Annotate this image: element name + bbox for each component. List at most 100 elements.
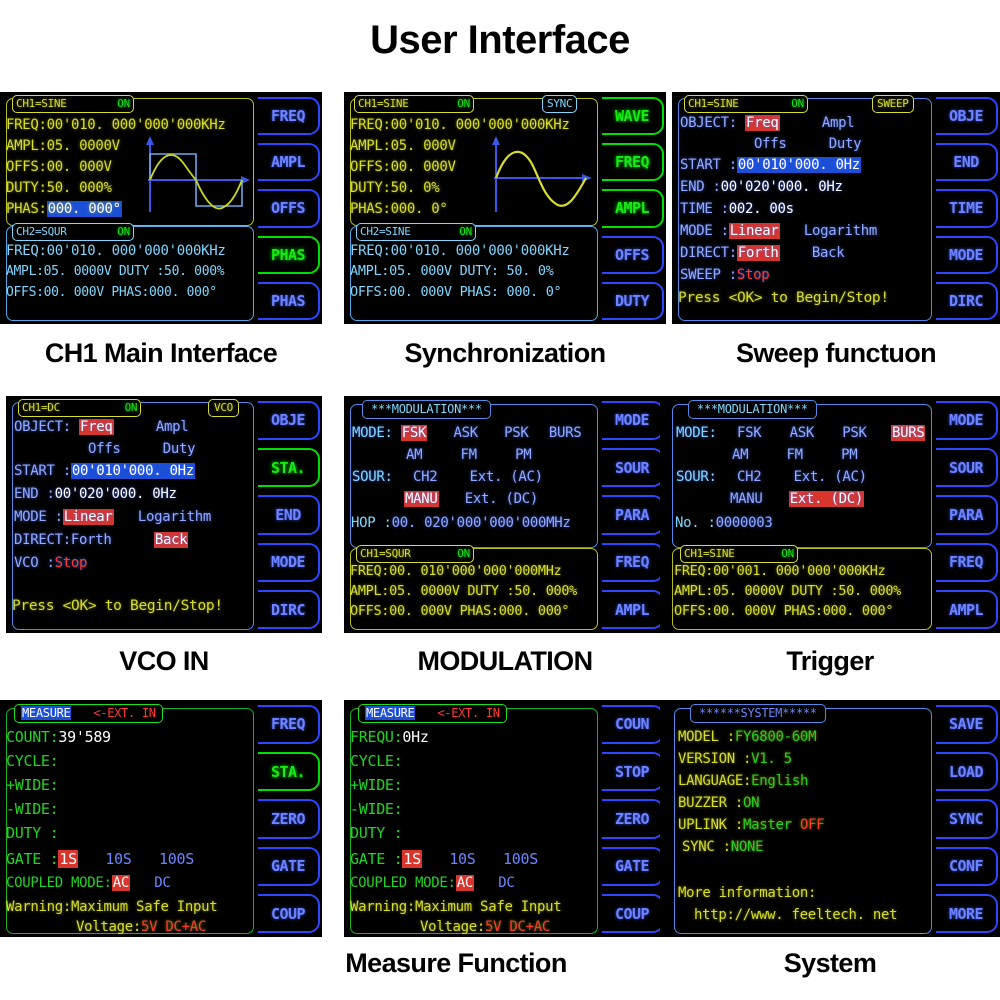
trigger-sour-ext-ac[interactable]: Ext. (AC) bbox=[794, 469, 867, 485]
vco-object-freq[interactable]: Freq bbox=[79, 419, 114, 435]
modulation-mode-fm[interactable]: FM bbox=[461, 447, 478, 463]
ch2-state[interactable]: ON bbox=[117, 225, 130, 238]
trigger-mode-fm[interactable]: FM bbox=[787, 447, 804, 463]
ch1-freq[interactable]: FREQ:00'010. 000'000'000KHz bbox=[350, 118, 570, 132]
vco-state-value[interactable]: Stop bbox=[55, 555, 88, 571]
sidebar-button-obje[interactable]: OBJE bbox=[936, 96, 998, 135]
measure-gate-10s[interactable]: 10S bbox=[105, 850, 132, 868]
sidebar-button-duty[interactable]: DUTY bbox=[602, 281, 664, 321]
modulation-ch1-freq[interactable]: FREQ:00. 010'000'000'000MHz bbox=[350, 564, 562, 579]
sidebar-button-mode[interactable]: MODE bbox=[936, 235, 998, 274]
sidebar-button-coup[interactable]: COUP bbox=[258, 894, 320, 934]
trigger-ch1-freq[interactable]: FREQ:00'001. 000'000'000KHz bbox=[674, 564, 886, 579]
sidebar-button-phas-active[interactable]: PHAS bbox=[258, 235, 320, 274]
ch1-offs[interactable]: OFFS:00. 000V bbox=[6, 160, 112, 174]
vco-end-value[interactable]: 00'020'000. 0Hz bbox=[55, 486, 177, 502]
trigger-sour-ext-dc[interactable]: Ext. (DC) bbox=[788, 491, 864, 507]
sidebar-button-freq[interactable]: FREQ bbox=[936, 542, 998, 582]
measure2-coupled-dc[interactable]: DC bbox=[498, 875, 515, 891]
measure-gate-100s[interactable]: 100S bbox=[159, 850, 194, 868]
modulation-sour-ext-ac[interactable]: Ext. (AC) bbox=[470, 469, 543, 485]
measure-row-count[interactable]: COUNT:39'589 bbox=[6, 730, 111, 745]
modulation-hop-value[interactable]: 00. 020'000'000'000MHz bbox=[392, 515, 571, 531]
sidebar-button-ampl[interactable]: AMPL bbox=[258, 143, 320, 182]
sidebar-button-time[interactable]: TIME bbox=[936, 189, 998, 228]
trigger-mode-ask[interactable]: ASK bbox=[790, 425, 815, 441]
measure-gate-1s[interactable]: 1S bbox=[58, 850, 78, 868]
sidebar-button-mode[interactable]: MODE bbox=[258, 542, 320, 582]
ch1-state[interactable]: ON bbox=[117, 97, 130, 110]
sweep-object-duty[interactable]: Duty bbox=[829, 136, 862, 152]
sweep-direct-forth[interactable]: Forth bbox=[736, 245, 780, 261]
modulation-mode-psk[interactable]: PSK bbox=[504, 425, 529, 441]
modulation-mode-am[interactable]: AM bbox=[406, 447, 423, 463]
sidebar-button-stop[interactable]: STOP bbox=[602, 752, 664, 792]
modulation-mode-burs[interactable]: BURS bbox=[549, 425, 582, 441]
ch1-freq[interactable]: FREQ:00'010. 000'000'000KHz bbox=[6, 118, 226, 132]
ch1-state[interactable]: ON bbox=[457, 97, 470, 110]
vco-start-value[interactable]: 00'010'000. 0Hz bbox=[70, 463, 195, 479]
sidebar-button-conf[interactable]: CONF bbox=[936, 846, 998, 886]
modulation-sour-ch2[interactable]: CH2 bbox=[413, 469, 438, 485]
vco-object-ampl[interactable]: Ampl bbox=[156, 419, 189, 435]
measure2-gate-100s[interactable]: 100S bbox=[503, 850, 538, 868]
sidebar-button-freq[interactable]: FREQ bbox=[258, 704, 320, 744]
sidebar-button-zero[interactable]: ZERO bbox=[258, 799, 320, 839]
sidebar-button-end[interactable]: END bbox=[258, 495, 320, 535]
ch1-duty[interactable]: DUTY:50. 000% bbox=[6, 181, 112, 195]
sidebar-button-obje[interactable]: OBJE bbox=[258, 400, 320, 440]
measure2-row-frequ[interactable]: FREQU:0Hz bbox=[350, 730, 429, 745]
sidebar-button-ampl[interactable]: AMPL bbox=[602, 590, 664, 630]
trigger-ch1-ampl-duty[interactable]: AMPL:05. 0000V DUTY :50. 000% bbox=[674, 584, 901, 599]
modulation-mode-fsk[interactable]: FSK bbox=[400, 425, 428, 441]
trigger-no-value[interactable]: 0000003 bbox=[716, 515, 773, 531]
sidebar-button-end[interactable]: END bbox=[936, 143, 998, 182]
ch2-offs-phas[interactable]: OFFS:00. 000V PHAS:000. 000° bbox=[6, 286, 217, 299]
ch2-ampl-duty[interactable]: AMPL:05. 000V DUTY: 50. 0% bbox=[350, 264, 554, 279]
trigger-sour-ch2[interactable]: CH2 bbox=[737, 469, 762, 485]
measure-row-nwide[interactable]: -WIDE: bbox=[6, 802, 59, 817]
measure2-row-cycle[interactable]: CYCLE: bbox=[350, 754, 403, 769]
ch2-ampl-duty[interactable]: AMPL:05. 0000V DUTY :50. 000% bbox=[6, 265, 225, 278]
vco-direct-forth[interactable]: Forth bbox=[71, 532, 112, 548]
sweep-state-value[interactable]: Stop bbox=[737, 267, 770, 283]
sidebar-button-sta[interactable]: STA. bbox=[258, 448, 320, 488]
sweep-mode-logarithm[interactable]: Logarithm bbox=[804, 223, 877, 239]
ch1-phas[interactable]: PHAS:000. 000° bbox=[6, 201, 122, 217]
sidebar-button-more[interactable]: MORE bbox=[936, 894, 998, 934]
sidebar-button-sync[interactable]: SYNC bbox=[936, 799, 998, 839]
sidebar-button-sour[interactable]: SOUR bbox=[936, 448, 998, 488]
modulation-ch1-state[interactable]: ON bbox=[457, 547, 470, 560]
trigger-mode-burs[interactable]: BURS bbox=[890, 425, 926, 441]
sweep-direct-back[interactable]: Back bbox=[812, 245, 845, 261]
modulation-ch1-offs-phas[interactable]: OFFS:00. 000V PHAS:000. 000° bbox=[350, 604, 569, 619]
modulation-sour-ext-dc[interactable]: Ext. (DC) bbox=[465, 491, 538, 507]
measure-row-cycle[interactable]: CYCLE: bbox=[6, 754, 59, 769]
sidebar-button-coun[interactable]: COUN bbox=[602, 704, 664, 744]
sidebar-button-freq[interactable]: FREQ bbox=[602, 542, 664, 582]
modulation-mode-ask[interactable]: ASK bbox=[453, 425, 478, 441]
sidebar-button-freq[interactable]: FREQ bbox=[602, 143, 664, 182]
sidebar-button-freq[interactable]: FREQ bbox=[258, 96, 320, 135]
sweep-object-ampl[interactable]: Ampl bbox=[822, 115, 855, 131]
measure-coupled-ac[interactable]: AC bbox=[111, 875, 130, 891]
system-row-language[interactable]: LANGUAGE:English bbox=[678, 774, 808, 788]
trigger-ch1-offs-phas[interactable]: OFFS:00. 000V PHAS:000. 000° bbox=[674, 604, 893, 619]
measure2-row-duty[interactable]: DUTY : bbox=[350, 826, 403, 841]
measure2-row-nwide[interactable]: -WIDE: bbox=[350, 802, 403, 817]
ch2-state[interactable]: ON bbox=[459, 225, 472, 238]
measure2-gate-10s[interactable]: 10S bbox=[449, 850, 476, 868]
measure2-gate-1s[interactable]: 1S bbox=[402, 850, 422, 868]
sidebar-button-offs[interactable]: OFFS bbox=[258, 189, 320, 228]
sidebar-button-save[interactable]: SAVE bbox=[936, 704, 998, 744]
sidebar-button-para[interactable]: PARA bbox=[936, 495, 998, 535]
trigger-sour-manu[interactable]: MANU bbox=[730, 491, 763, 507]
sidebar-button-ampl[interactable]: AMPL bbox=[936, 590, 998, 630]
system-row-sync[interactable]: SYNC :NONE bbox=[682, 840, 764, 854]
sidebar-button-wave[interactable]: WAVE bbox=[602, 96, 664, 135]
measure-coupled-dc[interactable]: DC bbox=[154, 875, 171, 891]
trigger-mode-am[interactable]: AM bbox=[732, 447, 749, 463]
sidebar-button-ampl[interactable]: AMPL bbox=[602, 189, 664, 228]
ch1-ampl[interactable]: AMPL:05. 0000V bbox=[6, 139, 120, 153]
ch1-offs[interactable]: OFFS:00. 000V bbox=[350, 160, 456, 174]
